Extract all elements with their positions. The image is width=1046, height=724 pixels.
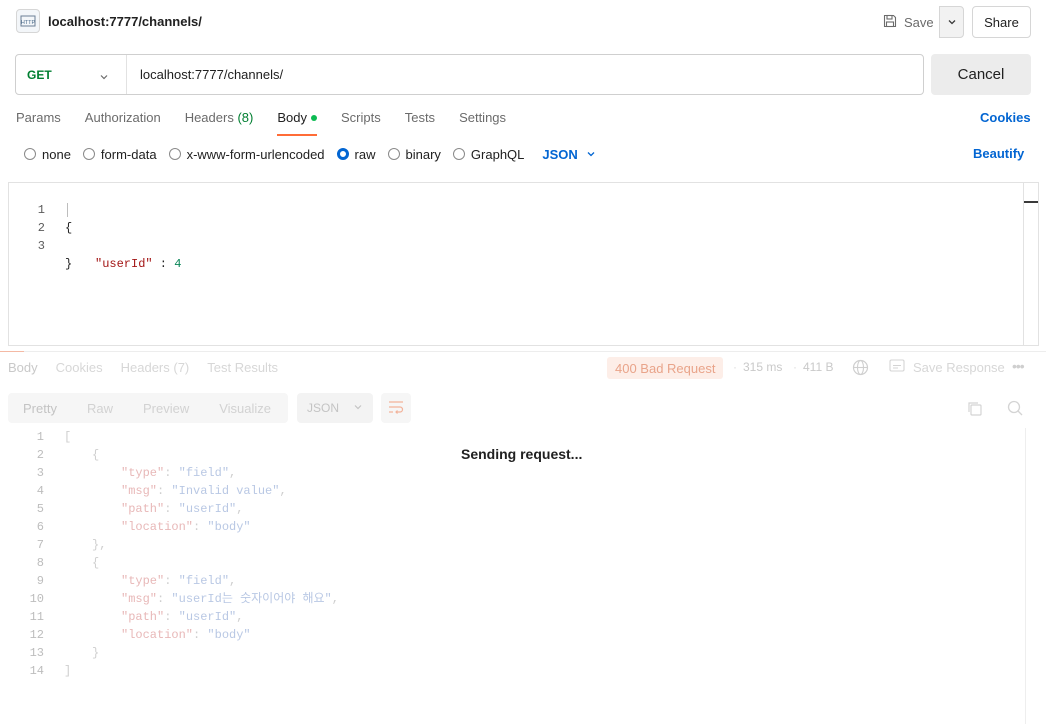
save-label: Save [904,14,934,30]
method-label: GET [27,67,52,82]
radio-icon [452,148,465,160]
response-size[interactable]: 411 B [803,360,833,374]
status-badge[interactable]: 400 Bad Request [607,357,724,379]
save-options-button[interactable] [939,6,964,38]
body-modified-dot-icon [310,114,317,121]
response-scrollbar[interactable] [1025,428,1026,724]
view-pretty[interactable]: Pretty [8,401,69,416]
body-format-select[interactable]: JSON [542,147,595,162]
response-time[interactable]: 315 ms [743,360,782,374]
response-tab-cookies[interactable]: Cookies [56,360,103,375]
request-tabs: Params Authorization Headers (8) Body Sc… [16,110,530,136]
body-type-binary[interactable]: binary [387,147,441,162]
meta-separator: · [733,360,737,374]
chevron-down-icon [586,147,596,162]
response-view-modes: Pretty Raw Preview Visualize [8,393,288,423]
url-input[interactable] [127,55,923,94]
response-tab-test-results[interactable]: Test Results [207,360,278,375]
tab-headers[interactable]: Headers (8) [185,110,254,134]
response-divider[interactable] [0,351,1046,352]
response-format-select[interactable]: JSON [297,393,373,423]
tab-tests[interactable]: Tests [405,110,435,134]
cookies-link[interactable]: Cookies [980,110,1031,125]
response-tabs: Body Cookies Headers (7) Test Results [8,360,296,375]
editor-scrollbar[interactable] [1023,183,1038,345]
save-button-group: Save [877,6,964,38]
save-icon [883,14,897,31]
chevron-down-icon [99,70,109,85]
beautify-button[interactable]: Beautify [973,146,1024,161]
meta-separator: · [793,360,797,374]
indent-guide [67,203,68,217]
sending-request-overlay: Sending request... [461,446,583,462]
tab-scripts[interactable]: Scripts [341,110,381,134]
request-tab-title[interactable]: localhost:7777/channels/ [48,14,202,29]
body-type-none[interactable]: none [24,147,71,162]
body-type-urlencoded[interactable]: x-www-form-urlencoded [168,147,325,162]
request-body-editor[interactable]: 1 { 2 "userId" : 4 3 } [8,182,1039,346]
response-format-label: JSON [307,401,340,415]
code-line: 3 } [37,239,73,271]
view-raw[interactable]: Raw [69,401,125,416]
body-type-options: none form-data x-www-form-urlencoded raw… [24,146,596,162]
body-type-form-data[interactable]: form-data [82,147,157,162]
more-options-icon[interactable]: ••• [1012,358,1025,374]
copy-icon[interactable] [966,400,983,420]
radio-icon [168,148,181,160]
url-bar: GET [15,54,924,95]
svg-text:HTTP: HTTP [21,20,36,26]
radio-icon [387,148,400,160]
tab-settings[interactable]: Settings [459,110,506,134]
save-button[interactable]: Save [877,6,939,38]
tab-authorization[interactable]: Authorization [85,110,161,134]
tab-params[interactable]: Params [16,110,61,134]
response-tab-headers[interactable]: Headers (7) [121,360,190,375]
chevron-down-icon [947,15,957,30]
save-response-icon [889,359,905,375]
radio-selected-icon [336,148,349,160]
globe-icon[interactable] [852,359,869,379]
response-tab-body[interactable]: Body [8,360,38,375]
view-preview[interactable]: Preview [125,401,201,416]
code-line: 1 { [37,203,73,235]
save-response-button[interactable]: Save Response [889,359,1005,375]
cancel-button[interactable]: Cancel [931,54,1031,95]
http-icon: HTTP [16,9,40,33]
body-type-raw[interactable]: raw [336,147,376,162]
body-format-label: JSON [542,146,578,162]
wrap-lines-button[interactable] [381,393,411,423]
top-bar: HTTP localhost:7777/channels/ Save Share [0,0,1046,44]
radio-icon [82,148,95,160]
chevron-down-icon [353,401,363,415]
method-select[interactable]: GET [16,55,127,94]
radio-icon [24,148,36,160]
body-type-graphql[interactable]: GraphQL [452,147,524,162]
search-icon[interactable] [1007,400,1023,419]
code-line: 2 "userId" : 4 [9,201,181,271]
response-body-viewer[interactable]: 1[ 2{ 3 "type": "field", 4 "msg": "Invalid… [8,428,1026,724]
share-button[interactable]: Share [972,6,1031,38]
view-visualize[interactable]: Visualize [201,401,283,416]
wrap-lines-icon [388,400,404,417]
tab-body[interactable]: Body [277,110,317,136]
headers-count: (8) [237,110,254,125]
